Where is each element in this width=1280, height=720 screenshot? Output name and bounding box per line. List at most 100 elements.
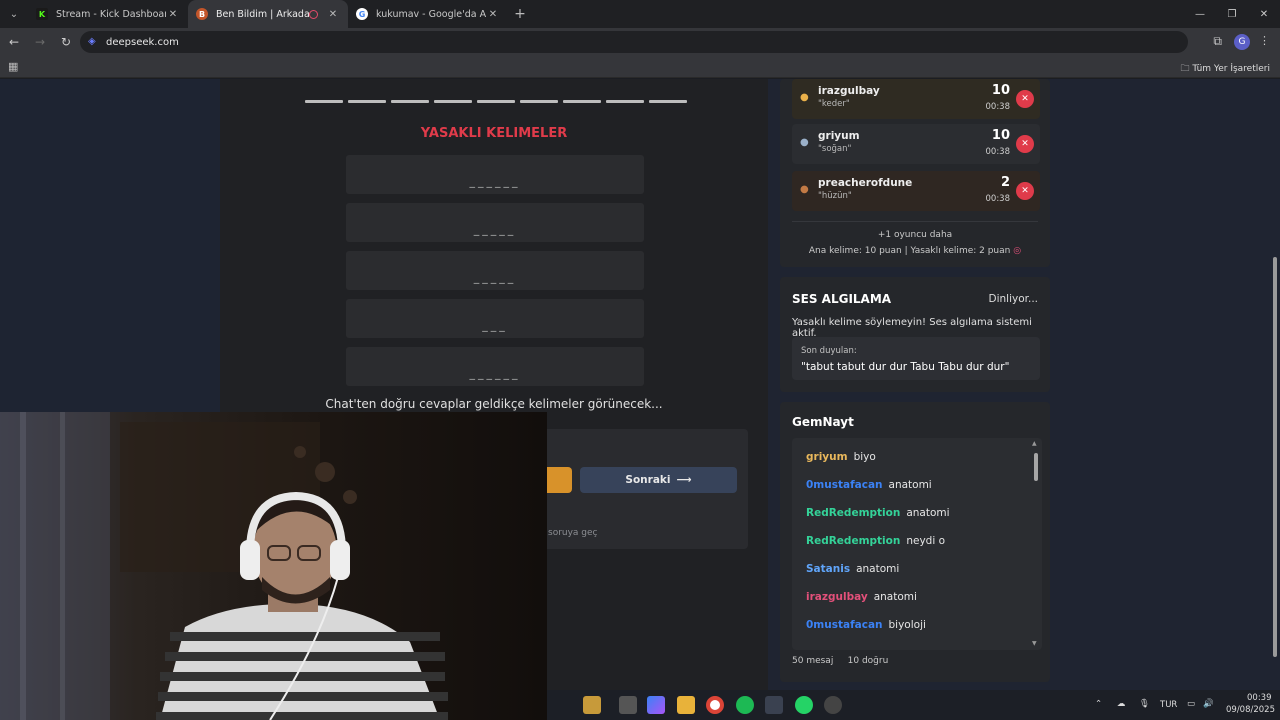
next-button[interactable]: Sonraki ⟶ [580,467,737,493]
voice-description: Yasaklı kelime söylemeyin! Ses algılama … [792,317,1032,339]
window-app-icon[interactable] [619,696,637,714]
window-controls: — ❐ ✕ [1184,0,1280,28]
chat-user: RedRedemption [806,535,901,547]
extensions-icon[interactable]: ⧉ [1213,34,1222,49]
url-bar[interactable]: ◈ deepseek.com [80,31,1188,53]
chat-message: griyum biyo [806,451,876,463]
new-tab-button[interactable]: + [508,6,532,22]
all-bookmarks-button[interactable]: 🗀 Tüm Yer İşaretleri [1180,61,1270,77]
recording-icon [309,9,318,19]
language-indicator[interactable]: TUR [1160,700,1177,710]
scoring-rules-text: Ana kelime: 10 puan | Yasaklı kelime: 2 … [780,246,1050,256]
whatsapp-icon[interactable] [795,696,813,714]
scroll-down-icon[interactable]: ▼ [1032,640,1037,647]
restore-icon[interactable]: ❐ [1216,0,1248,28]
tab-google-search[interactable]: G kukumav - Google'da Ara ✕ [348,0,508,28]
copilot-icon[interactable] [647,696,665,714]
player-score: 10 [991,83,1010,98]
player-time: 00:38 [985,147,1011,157]
chat-scrollbar[interactable]: ▲ ▼ [1032,440,1038,647]
forbidden-word-slot: ______ [346,155,644,194]
chat-message: RedRedemption anatomi [806,507,950,519]
chat-user: griyum [806,451,848,463]
scroll-thumb[interactable] [1034,453,1038,481]
chat-user: Satanis [806,563,851,575]
microphone-icon[interactable]: 🎙 [1139,699,1150,709]
chat-messages[interactable]: griyum biyo 0mustafacan anatomi RedRedempt… [792,438,1042,650]
word-placeholder-dashes [305,100,687,103]
chat-message: 0mustafacan biyoloji [806,619,926,631]
chat-title: GemNayt [792,415,854,429]
chat-text: biyo [853,451,876,463]
clock-time[interactable]: 00:39 [1247,693,1272,703]
forbidden-word-slot: ______ [346,347,644,386]
chat-message: Satanis anatomi [806,563,899,575]
target-icon: ◎ [1013,246,1022,256]
store-icon[interactable] [765,696,783,714]
page-scroll-thumb[interactable] [1273,257,1277,657]
bookmarks-bar: ▦ 🗀 Tüm Yer İşaretleri [0,56,1280,78]
chat-user: 0mustafacan [806,479,883,491]
voice-status: Dinliyor... [988,293,1039,305]
forbidden-words-title: YASAKLI KELIMELER [420,126,568,141]
taskbar: ⌃ ☁ 🎙 TUR ▭ 🔊 00:39 09/08/2025 [547,690,1280,720]
bronze-medal-icon: ● [800,184,809,195]
profile-avatar[interactable]: G [1234,34,1250,50]
app-icon[interactable] [824,696,842,714]
url-text: deepseek.com [106,36,179,48]
chat-text: neydi o [906,535,946,547]
webcam-overlay [0,412,547,720]
close-window-icon[interactable]: ✕ [1248,0,1280,28]
tab-search-icon[interactable]: ⌄ [0,0,28,28]
spotify-icon[interactable] [736,696,754,714]
kick-icon: K [36,8,48,20]
webcam-feed-image [0,412,547,720]
scoring-rules-label: Ana kelime: 10 puan | Yasaklı kelime: 2 … [808,246,1011,256]
page-scrollbar[interactable] [1270,79,1280,720]
forward-icon[interactable]: → [28,30,52,54]
google-icon: G [356,8,368,20]
player-name: preacherofdune [818,177,913,189]
chat-text: anatomi [888,479,932,491]
file-explorer-icon[interactable] [677,696,695,714]
close-icon[interactable]: ✕ [166,9,180,20]
site-info-icon[interactable]: ◈ [88,36,100,48]
tab-title: Ben Bildim | Arkadaşlarınla [216,8,309,20]
player-row: ● griyum "soğan" 10 00:38 ✕ [792,124,1040,164]
arrow-right-icon: ⟶ [676,474,692,486]
menu-icon[interactable]: ⋮ [1259,34,1270,47]
player-name: griyum [818,130,860,142]
skip-question-link[interactable]: soruya geç [548,528,598,538]
tab-title: Stream - Kick Dashboard [56,8,166,20]
forbidden-word-slot: _____ [346,203,644,242]
back-icon[interactable]: ← [2,30,26,54]
reload-icon[interactable]: ↻ [54,30,78,54]
apps-grid-icon[interactable]: ▦ [8,60,18,73]
remove-player-button[interactable]: ✕ [1016,182,1034,200]
divider [792,221,1038,222]
minimize-icon[interactable]: — [1184,0,1216,28]
forbidden-word-slot: ___ [346,299,644,338]
cat-app-icon[interactable] [583,696,601,714]
voice-detection-card: SES ALGILAMA Dinliyor... Yasaklı kelime … [780,277,1050,392]
clock-date[interactable]: 09/08/2025 [1226,705,1275,715]
network-icon[interactable]: ▭ [1187,699,1195,709]
chat-user: RedRedemption [806,507,901,519]
chrome-icon[interactable] [706,696,724,714]
tab-kick-dashboard[interactable]: K Stream - Kick Dashboard ✕ [28,0,188,28]
scroll-up-icon[interactable]: ▲ [1032,440,1037,447]
chat-text: anatomi [856,563,900,575]
player-score: 10 [991,128,1010,143]
all-bookmarks-label: Tüm Yer İşaretleri [1192,64,1270,74]
volume-icon[interactable]: 🔊 [1203,699,1214,709]
close-icon[interactable]: ✕ [326,9,340,20]
remove-player-button[interactable]: ✕ [1016,135,1034,153]
tray-chevron-icon[interactable]: ⌃ [1095,699,1102,709]
tab-ben-bildim[interactable]: B Ben Bildim | Arkadaşlarınla ✕ [188,0,348,28]
gold-medal-icon: ● [800,92,809,103]
next-label: Sonraki [625,474,671,486]
cloud-icon[interactable]: ☁ [1117,699,1126,709]
forbidden-word-slot: _____ [346,251,644,290]
close-icon[interactable]: ✕ [486,9,500,20]
remove-player-button[interactable]: ✕ [1016,90,1034,108]
